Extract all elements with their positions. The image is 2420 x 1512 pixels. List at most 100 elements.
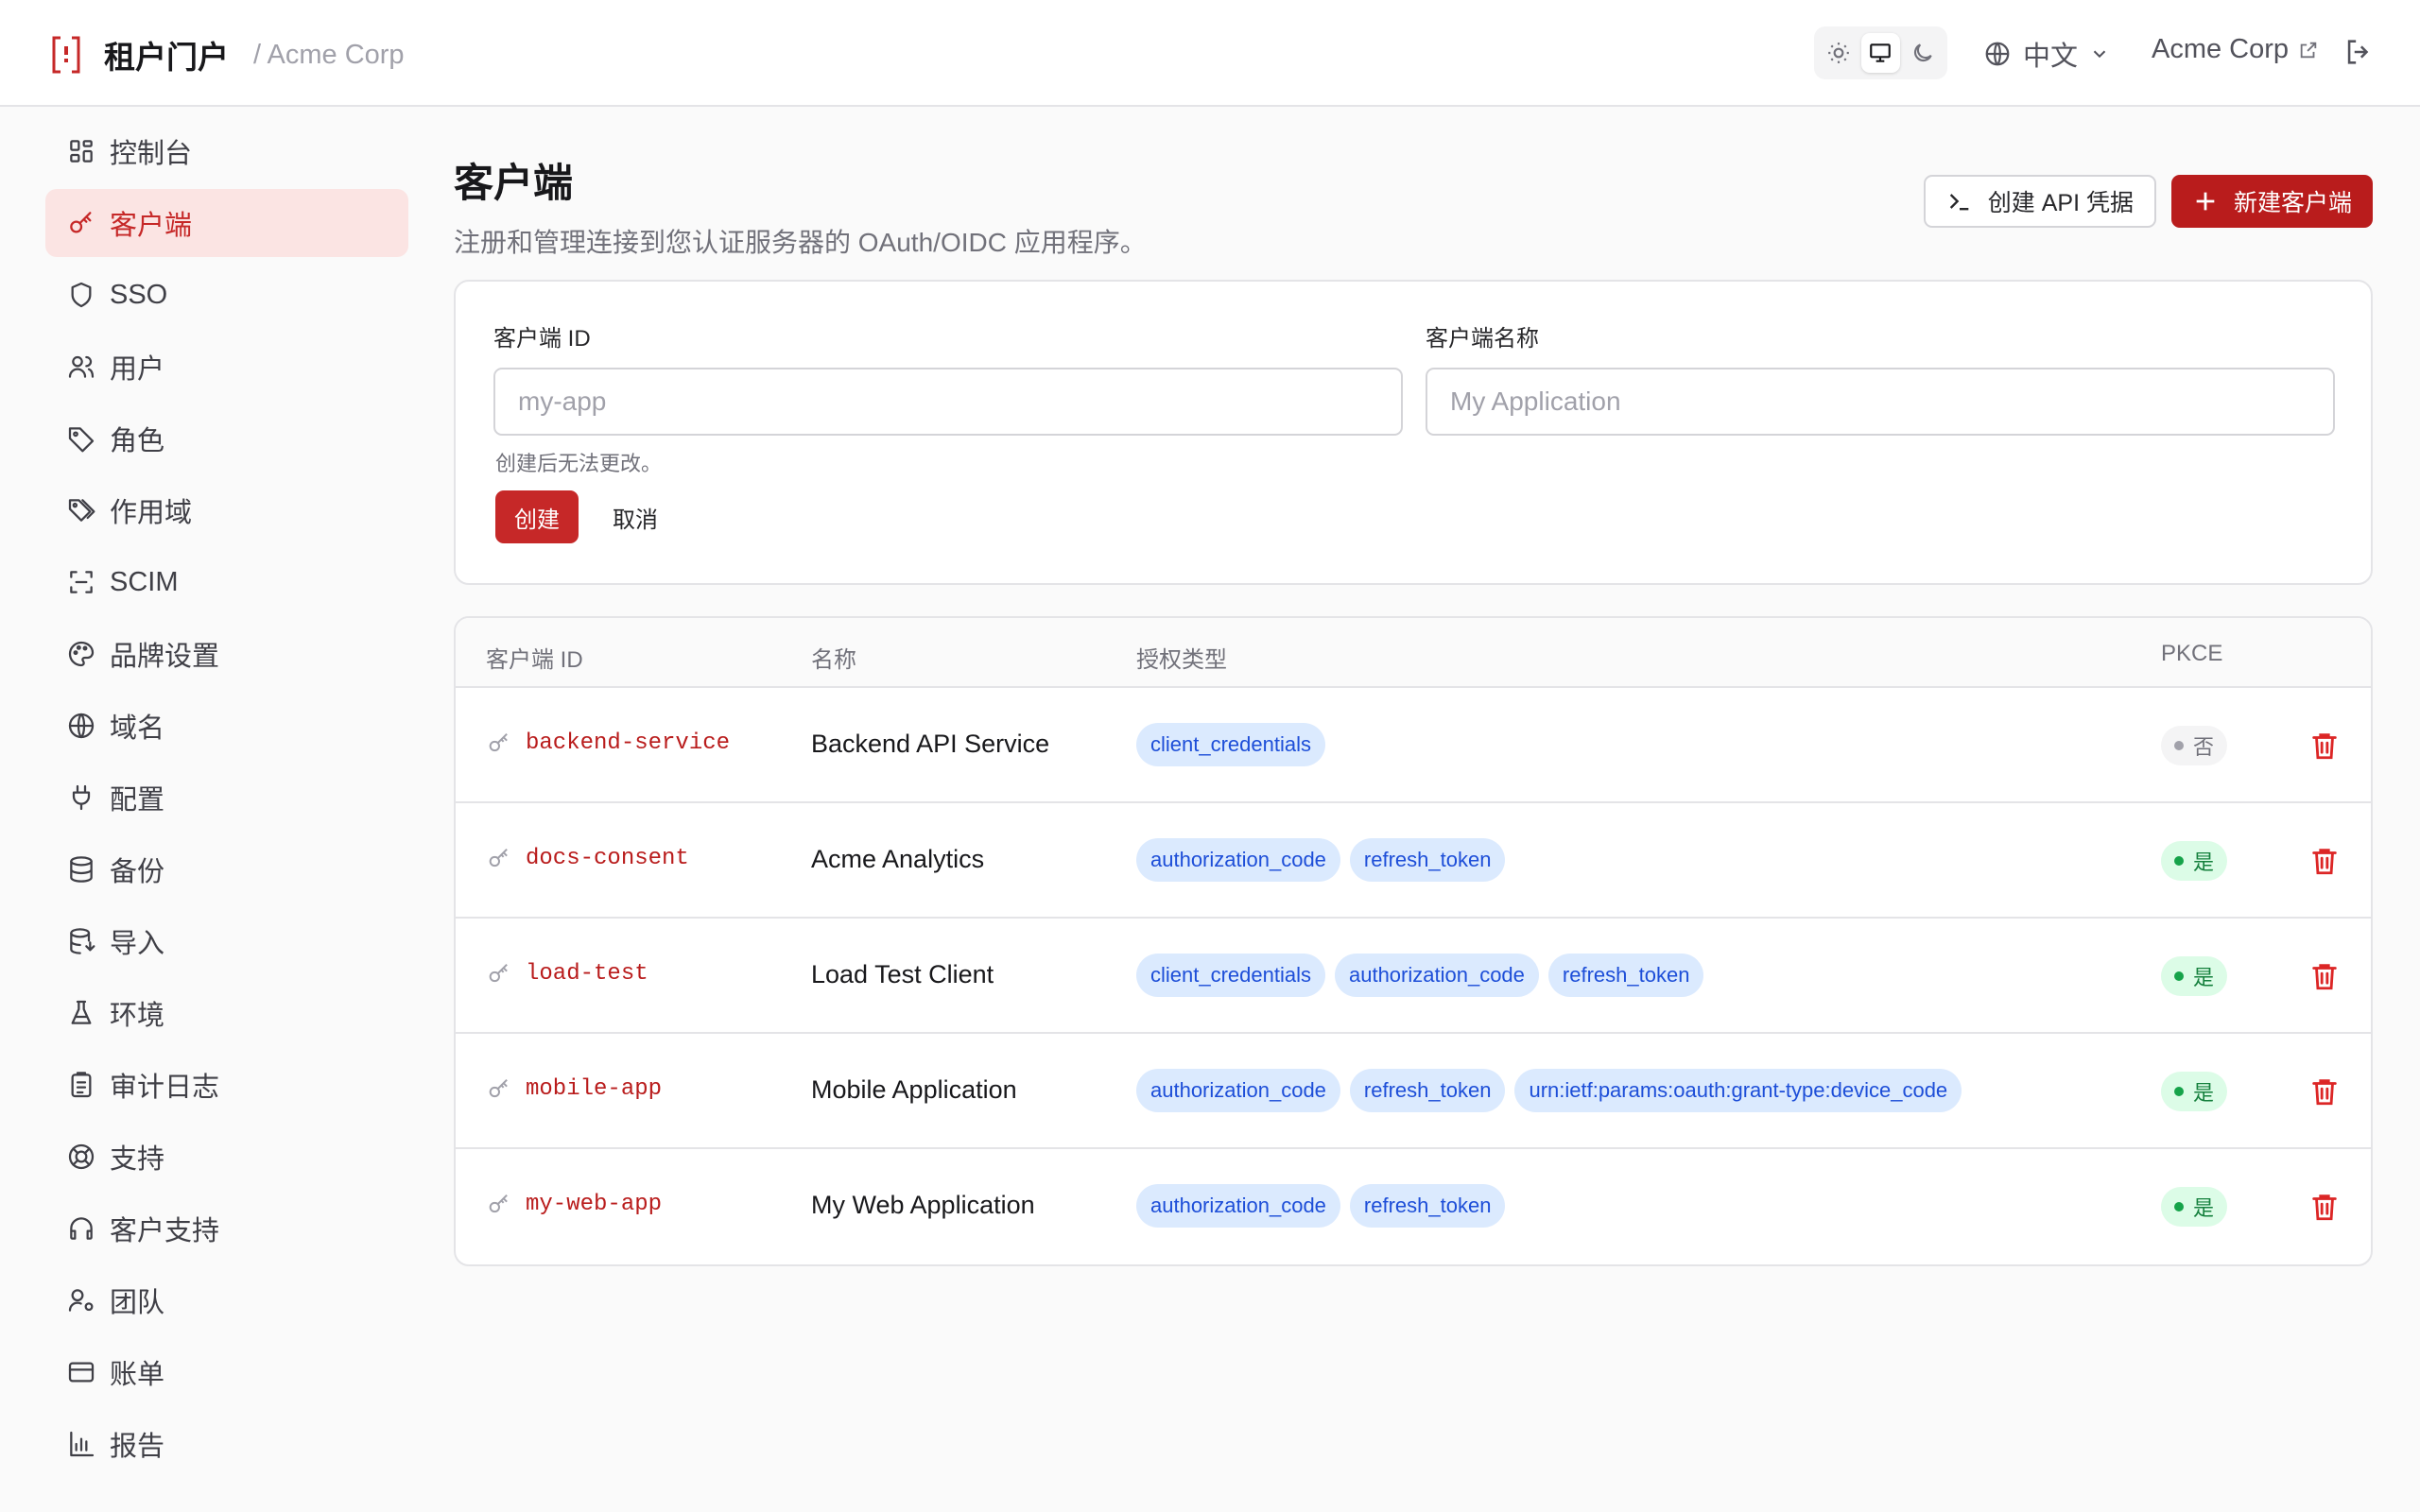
delete-button[interactable] [2308, 1191, 2341, 1223]
client-id-text[interactable]: my-web-app [526, 1192, 662, 1217]
pkce-label: 否 [2193, 735, 2215, 759]
theme-system-button[interactable] [1861, 33, 1900, 73]
key-icon [489, 1078, 508, 1098]
grant-types-cell: authorization_code refresh_token urn:ietf:… [1136, 1069, 1962, 1112]
sidebar-item-3[interactable]: 用户 [45, 333, 408, 401]
sidebar-item-7[interactable]: 品牌设置 [45, 620, 408, 688]
page-subtitle: 注册和管理连接到您认证服务器的 OAuth/OIDC 应用程序。 [454, 228, 1147, 257]
sidebar-item-label: 支持 [110, 1144, 165, 1175]
client-id-cell: backend-service [486, 730, 730, 756]
sidebar-item-11[interactable]: 导入 [45, 907, 408, 975]
table-row[interactable]: my-web-app My Web Application authorizatio… [456, 1149, 2371, 1264]
sidebar-item-label: 报告 [110, 1432, 165, 1462]
client-id-input[interactable] [493, 368, 1403, 436]
sidebar-item-label: 控制台 [110, 139, 193, 169]
sidebar-item-12[interactable]: 环境 [45, 979, 408, 1047]
grant-type-chip: authorization_code [1334, 954, 1539, 997]
grant-type-chip: authorization_code [1136, 838, 1340, 882]
client-name-cell: Acme Analytics [811, 845, 985, 873]
delete-button[interactable] [2308, 1075, 2341, 1108]
client-name-input[interactable] [1426, 368, 2335, 436]
sidebar-item-label: 配置 [110, 785, 165, 816]
client-id-text[interactable]: mobile-app [526, 1076, 662, 1102]
users-icon [68, 355, 95, 378]
pkce-label: 是 [2193, 850, 2215, 874]
sidebar-item-5[interactable]: 作用域 [45, 476, 408, 544]
new-client-button[interactable]: 新建客户端 [2170, 175, 2373, 228]
delete-button[interactable] [2308, 960, 2341, 992]
key-icon [489, 963, 508, 983]
client-name-cell: Mobile Application [811, 1075, 1017, 1104]
status-dot [2174, 741, 2184, 750]
sidebar-item-2[interactable]: SSO [45, 261, 408, 329]
client-id-cell: docs-consent [486, 845, 689, 871]
client-id-hint: 创建后无法更改。 [495, 452, 663, 475]
table-row[interactable]: mobile-app Mobile Application authorizatio… [456, 1034, 2371, 1149]
table-row[interactable]: docs-consent Acme Analytics authorization_… [456, 803, 2371, 919]
sidebar-item-label: SCIM [110, 566, 179, 597]
pkce-badge: 是 [2161, 1187, 2228, 1227]
delete-button[interactable] [2308, 730, 2341, 762]
client-id-text[interactable]: load-test [526, 961, 648, 987]
sidebar-item-label: 客户支持 [110, 1216, 220, 1246]
sidebar-item-9[interactable]: 配置 [45, 764, 408, 832]
theme-light-button[interactable] [1820, 33, 1858, 73]
page-actions: 创建 API 凭据 新建客户端 [1923, 175, 2373, 228]
delete-button[interactable] [2308, 845, 2341, 877]
sidebar-item-4[interactable]: 角色 [45, 404, 408, 472]
sidebar-item-label: 环境 [110, 1001, 165, 1031]
pkce-label: 是 [2193, 966, 2215, 989]
sidebar-item-16[interactable]: 团队 [45, 1266, 408, 1334]
flask-icon [71, 1000, 92, 1024]
grant-type-chip: refresh_token [1547, 954, 1704, 997]
org-link[interactable]: Acme Corp [2152, 34, 2319, 65]
top-bar: 租户门户 / Acme Corp 中文 Acme Corp [0, 0, 2420, 107]
client-id-text[interactable]: docs-consent [526, 846, 689, 871]
theme-dark-button[interactable] [1904, 33, 1942, 73]
table-row[interactable]: load-test Load Test Client client_credenti… [456, 919, 2371, 1034]
grant-type-chip: authorization_code [1136, 1069, 1340, 1112]
logout-button[interactable] [2342, 36, 2375, 73]
brand[interactable]: 租户门户 / Acme Corp [51, 32, 405, 77]
sidebar-item-17[interactable]: 账单 [45, 1338, 408, 1406]
external-link-icon [2300, 42, 2317, 58]
clipboard-icon [71, 1072, 92, 1098]
org-breadcrumb: / Acme Corp [253, 39, 405, 70]
sidebar-item-6[interactable]: SCIM [45, 548, 408, 616]
sidebar-item-14[interactable]: 支持 [45, 1123, 408, 1191]
table-row[interactable]: backend-service Backend API Service client… [456, 688, 2371, 803]
sidebar-item-10[interactable]: 备份 [45, 835, 408, 903]
sidebar-item-label: 客户端 [110, 211, 193, 241]
sidebar-item-0[interactable]: 控制台 [45, 117, 408, 185]
sidebar-item-15[interactable]: 客户支持 [45, 1194, 408, 1263]
sidebar-item-label: 账单 [110, 1360, 165, 1390]
language-label: 中文 [2023, 42, 2079, 72]
sidebar-item-1[interactable]: 客户端 [45, 189, 408, 257]
chevron-down-icon [2093, 50, 2106, 59]
grant-types-cell: authorization_code refresh_token [1136, 1184, 1506, 1228]
logo-icon [52, 36, 80, 74]
plus-icon [2196, 192, 2215, 211]
globe-icon [68, 713, 95, 739]
status-dot [2174, 1087, 2184, 1096]
monitor-icon [1870, 43, 1892, 62]
client-name-label: 客户端名称 [1426, 326, 1539, 352]
theme-switcher [1814, 26, 1947, 79]
language-selector[interactable]: 中文 [1983, 34, 2110, 74]
sidebar-item-13[interactable]: 审计日志 [45, 1051, 408, 1119]
pkce-label: 是 [2193, 1081, 2215, 1105]
tags-icon [68, 499, 95, 522]
create-api-credentials-button[interactable]: 创建 API 凭据 [1923, 175, 2156, 228]
create-api-credentials-label: 创建 API 凭据 [1987, 190, 2134, 216]
cancel-button[interactable]: 取消 [594, 490, 677, 543]
plug-icon [72, 784, 91, 811]
client-id-label: 客户端 ID [493, 326, 591, 352]
sidebar-item-8[interactable]: 域名 [45, 692, 408, 760]
client-id-text[interactable]: backend-service [526, 730, 730, 756]
create-button[interactable]: 创建 [495, 490, 579, 543]
client-name-cell: My Web Application [811, 1191, 1035, 1219]
header-client-id: 客户端 ID [486, 647, 583, 673]
trash-icon [2312, 1079, 2337, 1106]
sidebar-item-18[interactable]: 报告 [45, 1410, 408, 1478]
org-name: Acme Corp [2152, 34, 2290, 64]
